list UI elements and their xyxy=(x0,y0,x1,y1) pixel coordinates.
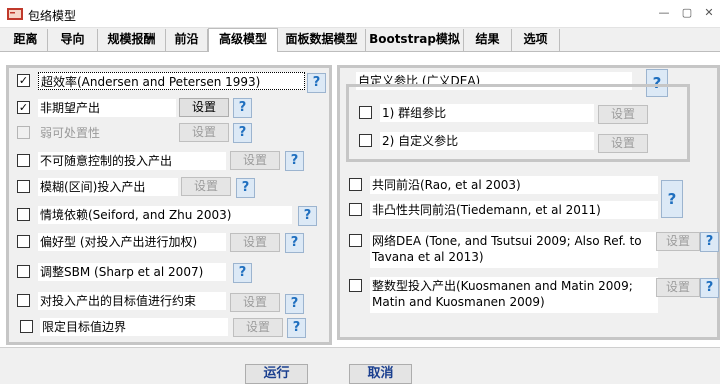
cancel-button[interactable]: 取消 xyxy=(349,364,412,384)
integer-io-settings-button[interactable]: 设置 xyxy=(656,278,700,297)
help-preference[interactable]: ? xyxy=(285,233,304,253)
help-target-bound[interactable]: ? xyxy=(287,318,306,338)
network-dea-checkbox[interactable] xyxy=(349,234,362,247)
integer-io-checkbox[interactable] xyxy=(349,279,362,292)
help-target-constraint[interactable]: ? xyxy=(285,294,304,314)
group-reference-checkbox[interactable] xyxy=(359,106,372,119)
context-dependent-label: 情境依赖(Seiford, and Zhu 2003) xyxy=(38,206,292,224)
metafrontier-label: 共同前沿(Rao, et al 2003) xyxy=(370,176,658,194)
adjusted-sbm-checkbox[interactable] xyxy=(17,265,30,278)
help-super-efficiency[interactable]: ? xyxy=(307,73,326,93)
tab-panel-data[interactable]: 面板数据模型 xyxy=(278,29,366,51)
target-bound-label: 限定目标值边界 xyxy=(40,318,228,336)
network-dea-settings-button[interactable]: 设置 xyxy=(656,232,700,251)
tab-frontier[interactable]: 前沿 xyxy=(166,29,208,51)
target-constraint-checkbox[interactable] xyxy=(17,294,30,307)
fuzzy-interval-label: 模糊(区间)投入产出 xyxy=(38,178,178,196)
tab-returns-to-scale[interactable]: 规模报酬 xyxy=(98,29,166,51)
undesirable-output-checkbox[interactable]: ✓ xyxy=(17,101,30,114)
target-bound-checkbox[interactable] xyxy=(20,320,33,333)
nonconvex-metafrontier-checkbox[interactable] xyxy=(349,203,362,216)
close-icon[interactable]: ✕ xyxy=(697,2,720,24)
undesirable-output-settings-button[interactable]: 设置 xyxy=(179,98,229,117)
target-constraint-settings-button[interactable]: 设置 xyxy=(230,293,280,312)
title-bar: 包络模型 — ▢ ✕ xyxy=(0,0,720,28)
custom-reference-checkbox[interactable] xyxy=(359,134,372,147)
target-bound-settings-button[interactable]: 设置 xyxy=(233,318,283,337)
nondiscretionary-label: 不可随意控制的投入产出 xyxy=(38,152,226,170)
tab-bootstrap[interactable]: Bootstrap模拟 xyxy=(366,29,464,51)
help-integer-io[interactable]: ? xyxy=(700,278,719,298)
preference-checkbox[interactable] xyxy=(17,235,30,248)
tab-advanced-models[interactable]: 高级模型 xyxy=(208,28,278,52)
group-reference-settings-button[interactable]: 设置 xyxy=(598,105,648,124)
integer-io-label: 整数型投入产出(Kuosmanen and Matin 2009; Matin … xyxy=(370,277,658,313)
weak-disposability-label: 弱可处置性 xyxy=(40,126,101,140)
nondiscretionary-checkbox[interactable] xyxy=(17,154,30,167)
help-nondiscretionary[interactable]: ? xyxy=(285,151,304,171)
nondiscretionary-settings-button[interactable]: 设置 xyxy=(230,151,280,170)
help-context-dependent[interactable]: ? xyxy=(298,206,317,226)
tab-results[interactable]: 结果 xyxy=(464,29,512,51)
custom-reference-settings-button[interactable]: 设置 xyxy=(598,134,648,153)
tab-strip: 距离 导向 规模报酬 前沿 高级模型 面板数据模型 Bootstrap模拟 结果… xyxy=(0,28,720,52)
target-constraint-label: 对投入产出的目标值进行约束 xyxy=(38,292,226,310)
fuzzy-interval-checkbox[interactable] xyxy=(17,180,30,193)
help-network-dea[interactable]: ? xyxy=(700,232,719,252)
help-metafrontier[interactable]: ? xyxy=(661,180,683,218)
nonconvex-metafrontier-label: 非凸性共同前沿(Tiedemann, et al 2011) xyxy=(370,201,658,219)
preference-settings-button[interactable]: 设置 xyxy=(230,233,280,252)
minimize-icon[interactable]: — xyxy=(652,2,676,24)
group-reference-label: 1) 群组参比 xyxy=(380,104,594,122)
weak-disposability-checkbox[interactable] xyxy=(17,126,30,139)
network-dea-label: 网络DEA (Tone, and Tsutsui 2009; Also Ref.… xyxy=(370,232,658,268)
help-undesirable-output[interactable]: ? xyxy=(233,98,252,118)
adjusted-sbm-label: 调整SBM (Sharp et al 2007) xyxy=(38,263,226,281)
preference-label: 偏好型 (对投入产出进行加权) xyxy=(38,233,226,251)
tab-distance[interactable]: 距离 xyxy=(4,29,48,51)
help-weak-disposability[interactable]: ? xyxy=(233,123,252,143)
super-efficiency-label: 超效率(Andersen and Petersen 1993) xyxy=(38,72,305,90)
weak-disposability-settings-button[interactable]: 设置 xyxy=(179,123,229,142)
tab-content: ✓ 超效率(Andersen and Petersen 1993) ? ✓ 非期… xyxy=(0,52,720,347)
fuzzy-interval-settings-button[interactable]: 设置 xyxy=(181,177,231,196)
super-efficiency-checkbox[interactable]: ✓ xyxy=(17,74,30,87)
help-fuzzy-interval[interactable]: ? xyxy=(236,178,255,198)
undesirable-output-label: 非期望产出 xyxy=(38,99,176,117)
maximize-icon[interactable]: ▢ xyxy=(675,2,699,24)
metafrontier-checkbox[interactable] xyxy=(349,178,362,191)
help-adjusted-sbm[interactable]: ? xyxy=(233,263,252,283)
context-dependent-checkbox[interactable] xyxy=(17,208,30,221)
run-button[interactable]: 运行 xyxy=(245,364,308,384)
tab-orientation[interactable]: 导向 xyxy=(48,29,98,51)
app-icon xyxy=(7,8,23,20)
window-title: 包络模型 xyxy=(28,9,77,23)
custom-reference-option-label: 2) 自定义参比 xyxy=(380,132,594,150)
tab-options[interactable]: 选项 xyxy=(512,29,560,51)
footer-bar: 运行 取消 xyxy=(0,347,720,384)
